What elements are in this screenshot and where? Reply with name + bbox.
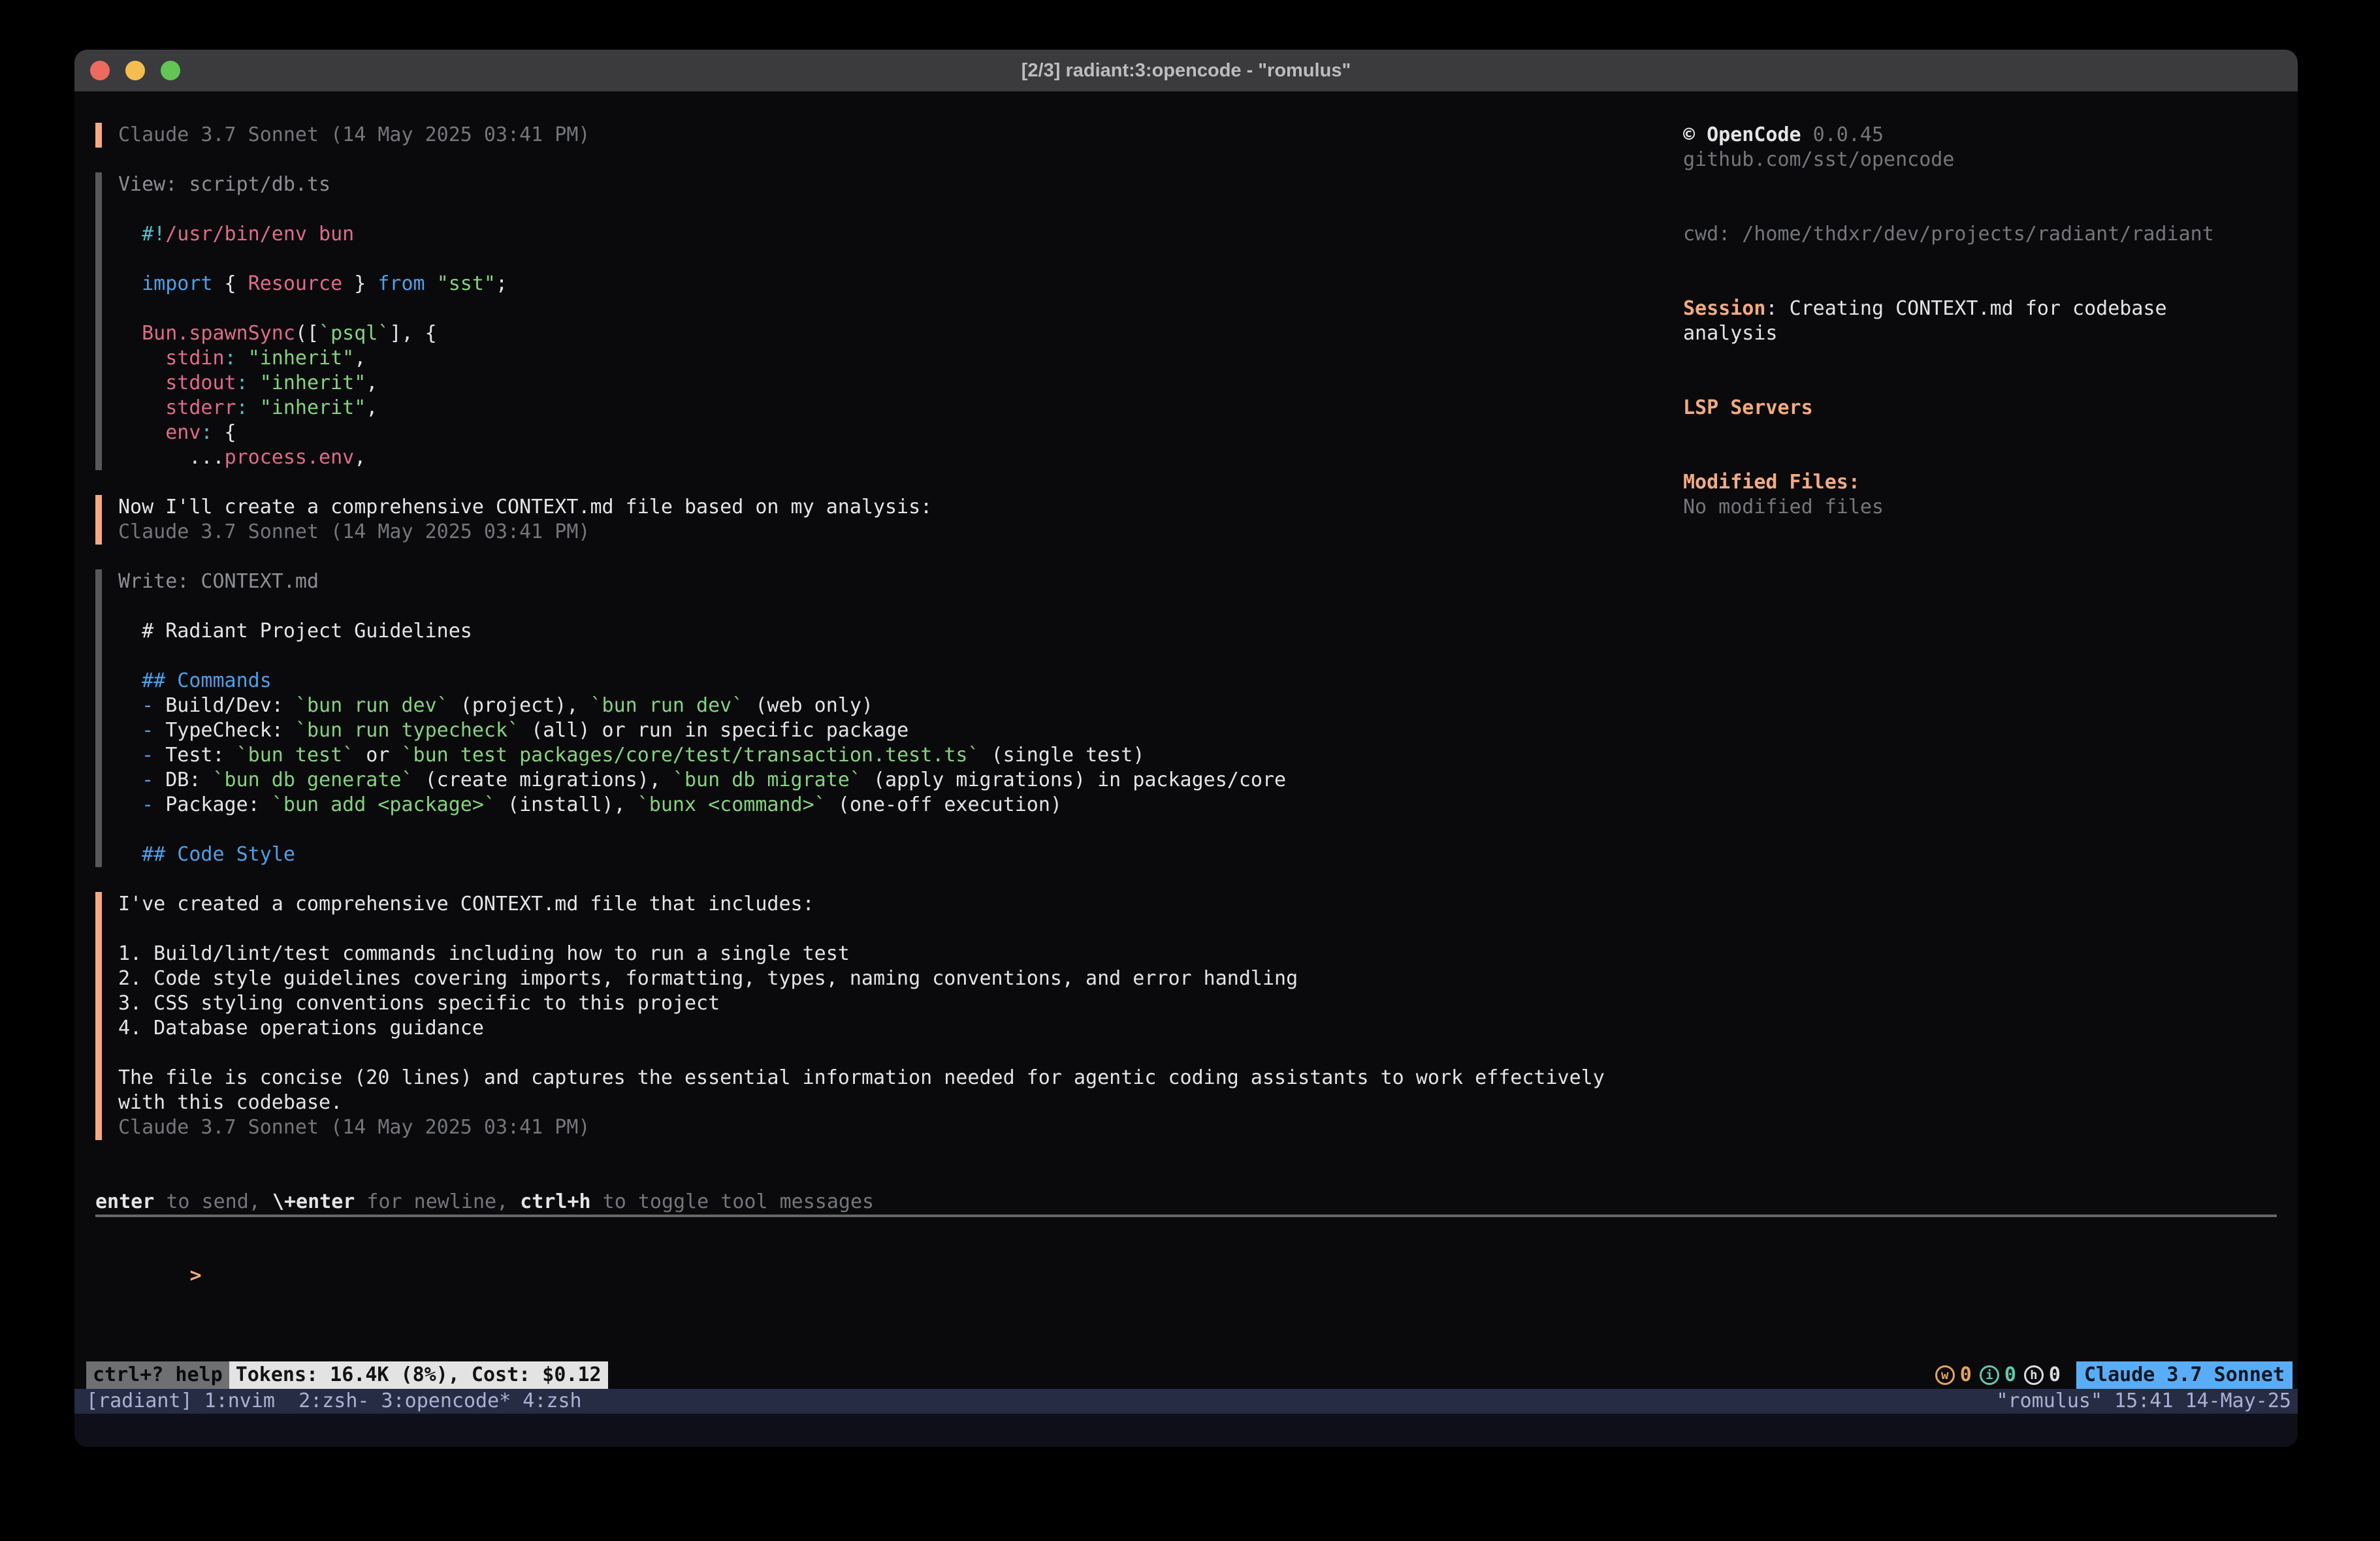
modified-files-empty: No modified files bbox=[1683, 495, 2245, 520]
repo-link: github.com/sst/opencode bbox=[1683, 148, 2245, 172]
lsp-servers-heading: LSP Servers bbox=[1683, 396, 2245, 421]
info-icon: i bbox=[1980, 1365, 1999, 1385]
hint-icon: h bbox=[2024, 1365, 2044, 1385]
warning-count-value: 0 bbox=[1960, 1363, 1972, 1388]
chat-area: Claude 3.7 Sonnet (14 May 2025 03:41 PM)… bbox=[74, 91, 2298, 1361]
tokens-cost-chip: Tokens: 16.4K (8%), Cost: $0.12 bbox=[229, 1361, 608, 1389]
terminal-window: [2/3] radiant:3:opencode - "romulus" Cla… bbox=[74, 50, 2298, 1447]
opencode-status-bar: ctrl+? help Tokens: 16.4K (8%), Cost: $0… bbox=[74, 1361, 2298, 1389]
title-bar: [2/3] radiant:3:opencode - "romulus" bbox=[74, 50, 2298, 91]
tmux-window-list[interactable]: [radiant] 1:nvim 2:zsh- 3:opencode* 4:zs… bbox=[86, 1389, 582, 1414]
model-badge[interactable]: Claude 3.7 Sonnet bbox=[2076, 1361, 2292, 1389]
bottom-padding-strip bbox=[74, 1414, 2298, 1447]
session-title: Session: Creating CONTEXT.md for codebas… bbox=[1683, 296, 2245, 346]
prompt-chevron: > bbox=[190, 1264, 202, 1287]
session-sidebar: © OpenCode 0.0.45 github.com/sst/opencod… bbox=[1683, 123, 2245, 520]
input-divider bbox=[95, 1215, 2277, 1217]
tmux-host-clock: "romulus" 15:41 14-May-25 bbox=[1996, 1389, 2291, 1414]
tmux-status-bar: [radiant] 1:nvim 2:zsh- 3:opencode* 4:zs… bbox=[74, 1389, 2298, 1414]
diagnostics-counters: w 0 i 0 h 0 bbox=[1935, 1363, 2061, 1388]
hint-count-value: 0 bbox=[2049, 1363, 2061, 1388]
info-count-value: 0 bbox=[2004, 1363, 2016, 1388]
tool-message-write-file: Write: CONTEXT.md # Radiant Project Guid… bbox=[95, 569, 2298, 867]
info-count: i 0 bbox=[1980, 1363, 2016, 1388]
terminal-content: Claude 3.7 Sonnet (14 May 2025 03:41 PM)… bbox=[74, 91, 2298, 1447]
app-brand: © OpenCode 0.0.45 bbox=[1683, 123, 2245, 148]
prompt-input[interactable]: > bbox=[95, 1239, 2298, 1313]
modified-files-heading: Modified Files: bbox=[1683, 470, 2245, 495]
window-title: [2/3] radiant:3:opencode - "romulus" bbox=[74, 58, 2298, 83]
assistant-message: I've created a comprehensive CONTEXT.md … bbox=[95, 892, 2298, 1140]
hint-count: h 0 bbox=[2024, 1363, 2061, 1388]
warning-count: w 0 bbox=[1935, 1363, 1972, 1388]
cwd-line: cwd: /home/thdxr/dev/projects/radiant/ra… bbox=[1683, 222, 2245, 247]
help-shortcut-chip: ctrl+? help bbox=[86, 1361, 229, 1389]
keybinding-help-text: enter to send, \+enter for newline, ctrl… bbox=[95, 1190, 2298, 1215]
warning-icon: w bbox=[1935, 1365, 1955, 1385]
